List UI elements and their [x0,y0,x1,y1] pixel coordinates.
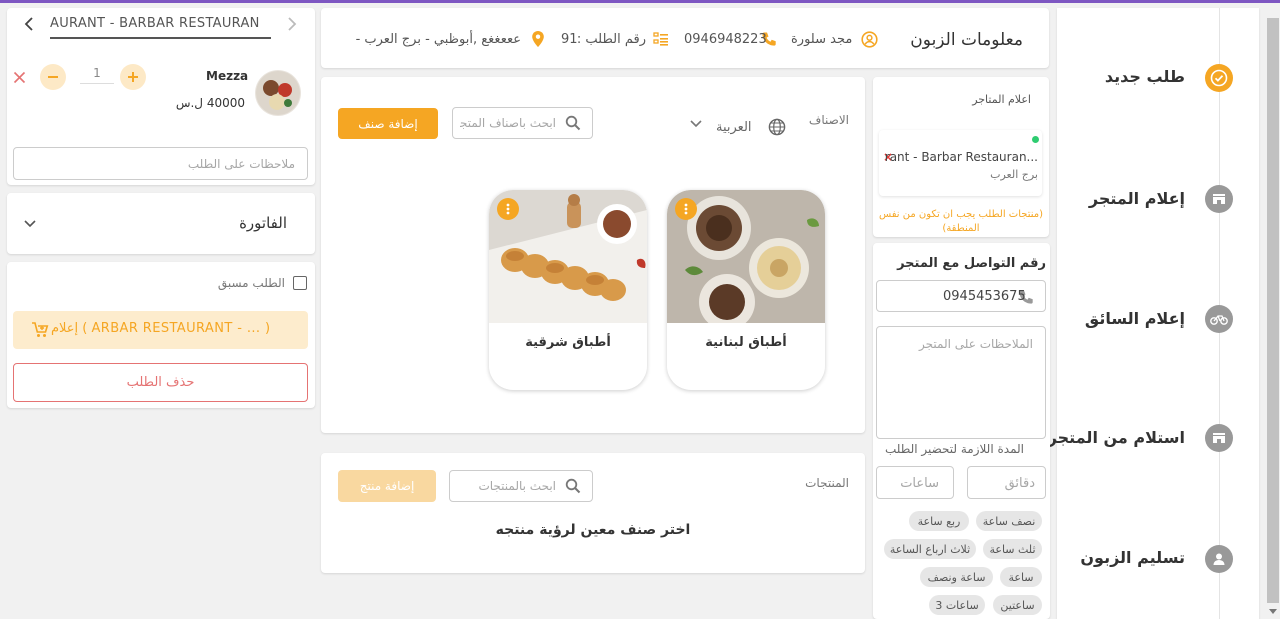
delete-order-button[interactable]: حذف الطلب [13,363,308,402]
step-label: تسليم الزبون [1080,548,1185,567]
chip-two-hours[interactable]: ساعتين [993,595,1042,615]
category-card-oriental[interactable]: أطباق شرقية [489,190,647,390]
order-number: 91 [561,32,578,47]
products-label: المنتجات [805,476,849,490]
preorder-label: الطلب مسبق [217,276,285,290]
store-entry-area: برج العرب [990,168,1038,181]
store-phone-field[interactable]: 0945453675 [876,280,1046,312]
increase-quantity-button[interactable] [120,64,146,90]
remove-item-icon[interactable] [13,71,26,88]
scroll-down-arrow-icon[interactable] [1269,609,1277,614]
order-number-label: رقم الطلب : [576,32,646,47]
hours-field[interactable]: ساعات [876,466,954,499]
store-notes-placeholder: الملاحظات على المتجر [919,337,1033,351]
check-circle-icon [1205,64,1233,92]
category-name: أطباق لبنانية [705,335,787,350]
top-accent-bar [0,0,1280,3]
customer-info-title: معلومات الزبون [910,30,1023,50]
chevron-down-icon[interactable] [23,218,37,233]
notify-store-button[interactable]: إعلام ( ARBAR RESTAURANT - ... ) [13,311,308,349]
globe-icon [768,118,786,140]
contact-title: رقم التواصل مع المتجر [897,256,1046,271]
chip-three-hours[interactable]: 3 ساعات [929,595,985,615]
categories-label: الاصناف [808,113,849,127]
chevron-left-icon[interactable] [24,17,34,35]
step-label: طلب جديد [1104,67,1185,86]
search-icon [565,478,581,498]
location-pin-icon [531,30,545,52]
notify-store-label: إعلام ( ARBAR RESTAURANT - ... ) [50,321,271,336]
order-list-icon [653,31,669,51]
chevron-down-icon[interactable] [689,117,703,132]
online-status-dot [1032,136,1039,143]
customer-name: مجد سلورة [791,32,853,47]
chip-half-hour[interactable]: نصف ساعة [976,511,1042,531]
store-icon [1205,424,1233,452]
prep-time-label: المدة اللازمة لتحضير الطلب [884,442,1024,456]
cart-store-tab-underline [50,37,271,39]
step-label: إعلام السائق [1084,309,1185,328]
cart-item-price: 40000 ل.س [175,96,245,110]
chip-one-hour[interactable]: ساعة [1000,567,1042,587]
add-category-button[interactable]: إضافة صنف [338,108,438,139]
customer-phone: 0946948223 [684,32,767,47]
products-empty-message: اختر صنف معين لرؤية منتجه [495,522,691,538]
more-options-icon[interactable] [675,198,697,220]
store-entry-name: rant - Barbar Restauran... [884,150,1038,164]
cart-item-name: Mezza [206,69,249,83]
store-notify-title: اعلام المتاجر [972,93,1031,106]
store-notify-panel: اعلام المتاجر × rant - Barbar Restauran.… [873,77,1049,237]
category-name: أطباق شرقية [525,335,611,350]
language-select[interactable]: العربية [716,120,752,135]
hours-placeholder: ساعات [900,476,939,491]
step-label: استلام من المتجر [1047,428,1185,447]
store-notes-field[interactable]: الملاحظات على المتجر [876,326,1046,439]
chevron-right-icon[interactable] [287,17,297,35]
order-actions-panel: الطلب مسبق إعلام ( ARBAR RESTAURANT - ..… [7,262,315,408]
search-icon [565,115,581,135]
cart-item-thumbnail [255,70,301,116]
invoice-title: الفاتورة [239,214,287,232]
store-icon [1205,185,1233,213]
cart-panel: AURANT - BARBAR RESTAURAN Mezza 40000 ل.… [7,8,315,185]
category-card-lebanese[interactable]: أطباق لبنانية [667,190,825,390]
store-entry-card[interactable]: × rant - Barbar Restauran... برج العرب [879,130,1042,196]
chip-third-hour[interactable]: ثلث ساعة [983,539,1042,559]
customer-info-bar: معلومات الزبون مجد سلورة 0946948223 رقم … [321,8,1049,68]
order-notes-placeholder: ملاحظات على الطلب [187,157,295,171]
cart-item-quantity[interactable]: 1 [80,66,114,84]
decrease-quantity-button[interactable] [40,64,66,90]
preorder-checkbox[interactable] [293,276,307,290]
store-phone-value: 0945453675 [943,289,1026,304]
minutes-placeholder: دقائق [1004,476,1035,491]
cart-store-tab[interactable]: AURANT - BARBAR RESTAURAN [50,16,271,31]
add-product-button[interactable]: إضافة منتج [338,470,436,502]
minutes-field[interactable]: دقائق [967,466,1046,499]
category-search-field[interactable]: ابحث باصناف المتجر [452,107,593,139]
store-contact-panel: رقم التواصل مع المتجر 0945453675 الملاحظ… [873,243,1050,619]
page-scrollbar[interactable] [1266,8,1280,619]
chip-quarter-hour[interactable]: ربع ساعة [909,511,969,531]
cart-add-icon [31,321,49,343]
store-region-warning: (منتجات الطلب يجب ان تكون من نفس المنطقة… [879,209,1043,234]
chip-hour-half[interactable]: ساعة ونصف [920,567,993,587]
bicycle-icon [1205,305,1233,333]
person-icon [1205,545,1233,573]
product-search-field[interactable]: ابحث بالمنتجات [449,470,593,502]
user-circle-icon [861,31,878,52]
invoice-panel[interactable]: الفاتورة [7,193,315,254]
category-search-placeholder: ابحث باصناف المتجر [460,116,556,130]
product-search-placeholder: ابحث بالمنتجات [478,479,556,493]
step-label: إعلام المتجر [1088,189,1185,208]
chip-three-quarters[interactable]: ثلاث ارباع الساعة [884,539,976,559]
categories-panel: الاصناف العربية ابحث باصناف المتجر إضافة… [321,77,865,433]
delete-order-label: حذف الطلب [126,375,195,390]
customer-address: عععغغع ,أبوظبي - برج العرب - [355,32,521,47]
scrollbar-thumb[interactable] [1267,18,1279,603]
order-notes-field[interactable]: ملاحظات على الطلب [13,147,308,180]
products-panel: المنتجات ابحث بالمنتجات إضافة منتج اختر … [321,453,865,573]
more-options-icon[interactable] [497,198,519,220]
